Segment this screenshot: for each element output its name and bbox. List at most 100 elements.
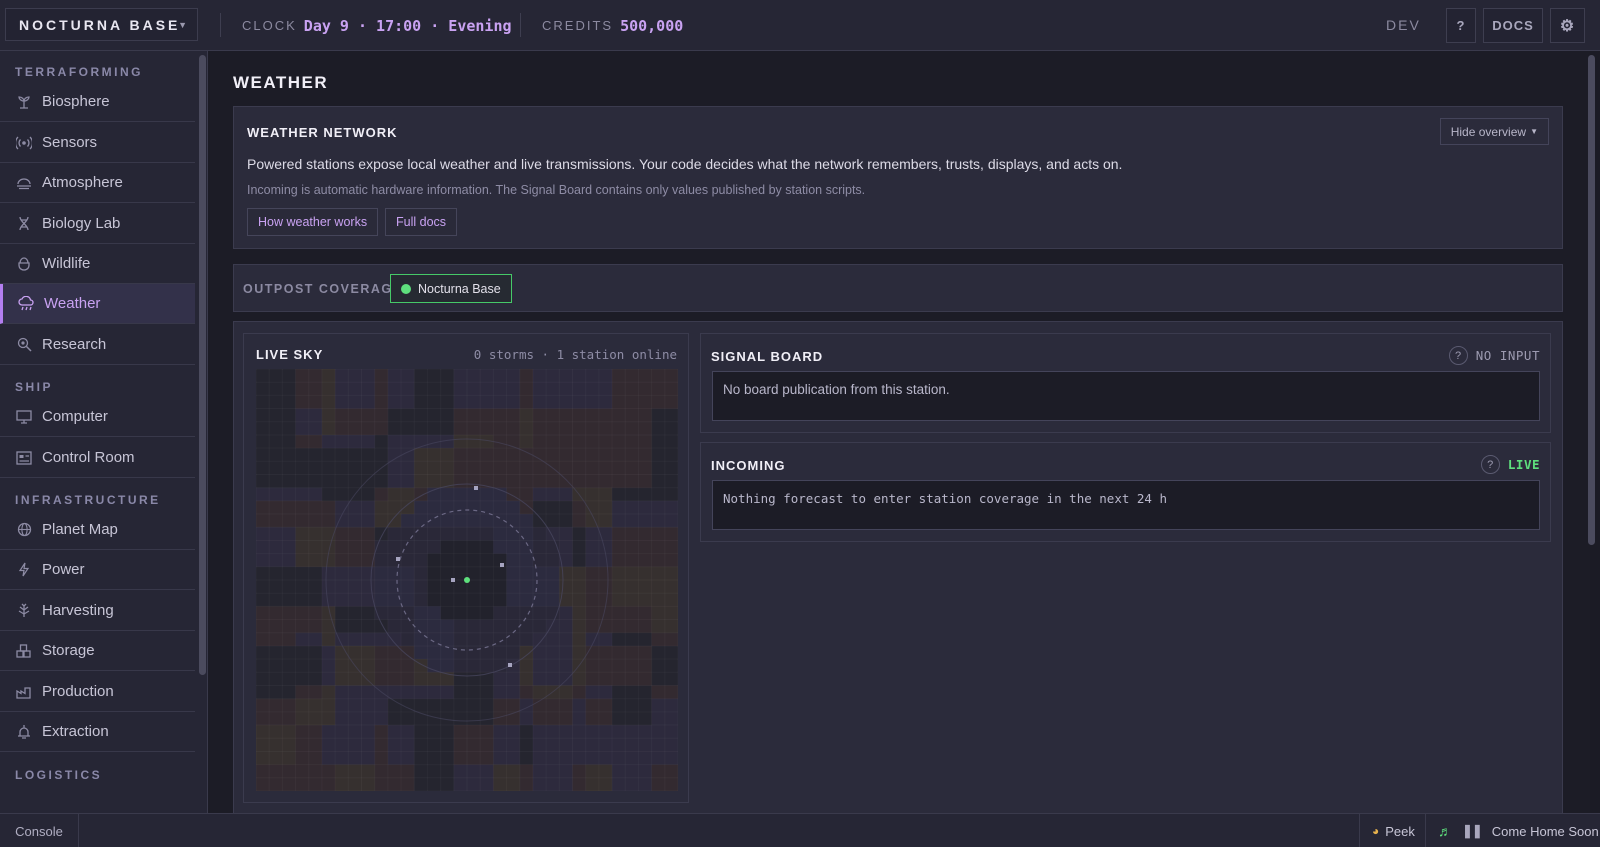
live-sky-map[interactable] (256, 369, 678, 791)
terrain-cell (638, 580, 653, 594)
terrain-cell (374, 369, 389, 383)
sidebar-item-atmosphere[interactable]: Atmosphere (0, 163, 195, 203)
terrain-cell (414, 382, 428, 396)
sidebar-item-control-room[interactable]: Control Room (0, 438, 195, 478)
sidebar-item-extraction[interactable]: Extraction (0, 712, 195, 752)
sidebar-item-wildlife[interactable]: Wildlife (0, 244, 195, 284)
terrain-cell (519, 764, 534, 779)
how-weather-works-button[interactable]: How weather works (247, 208, 379, 236)
terrain-cell (295, 751, 310, 766)
base-selector[interactable]: NOCTURNA BASE ▼ (5, 8, 198, 41)
terrain-cell (414, 619, 428, 634)
status-dot-icon (401, 283, 411, 294)
terrain-cell (414, 698, 428, 713)
terrain-cell (401, 580, 415, 594)
sidebar-item-production[interactable]: Production (0, 672, 195, 712)
terrain-cell (374, 764, 389, 779)
sidebar-section-ship: SHIP (15, 380, 54, 394)
incoming-panel: INCOMING ? LIVE Nothing forecast to ente… (700, 442, 1551, 542)
terrain-cell (453, 685, 468, 700)
sidebar-item-weather[interactable]: Weather (0, 284, 195, 324)
terrain-cell (638, 619, 653, 634)
terrain-cell (598, 777, 613, 791)
sidebar-item-sensors[interactable]: Sensors (0, 123, 195, 163)
terrain-cell (414, 487, 428, 502)
terrain-cell (321, 580, 336, 594)
sidebar-item-biology-lab[interactable]: Biology Lab (0, 204, 195, 244)
settings-button[interactable]: ⚙ (1550, 8, 1585, 43)
terrain-cell (651, 632, 666, 647)
sidebar-scrollbar[interactable] (199, 55, 206, 675)
full-docs-button[interactable]: Full docs (385, 208, 458, 236)
terrain-cell (295, 725, 310, 739)
terrain-cell (559, 672, 573, 686)
terrain-cell (598, 408, 613, 423)
terrain-cell (335, 685, 349, 700)
main-scrollbar[interactable] (1588, 55, 1595, 545)
terrain-cell (401, 632, 415, 647)
terrain-cell (401, 619, 415, 634)
terrain-cell (467, 645, 481, 660)
peek-button[interactable]: ◕ Peek (1359, 814, 1415, 847)
terrain-cell (598, 685, 613, 700)
terrain-cell (532, 514, 547, 528)
terrain-cell (321, 764, 336, 779)
sidebar-item-computer[interactable]: Computer (0, 397, 195, 437)
terrain-cell (308, 434, 323, 449)
terrain-cell (414, 593, 428, 607)
terrain-cell (598, 711, 613, 726)
terrain-cell (387, 408, 402, 423)
sidebar-item-planet-map[interactable]: Planet Map (0, 510, 195, 550)
music-player[interactable]: ♬ ❚❚ Come Home Soon (1425, 814, 1599, 847)
terrain-cell (427, 540, 442, 555)
hide-overview-button[interactable]: Hide overview ▼ (1439, 118, 1549, 145)
terrain-cell (546, 672, 560, 686)
sidebar-item-research[interactable]: Research (0, 325, 195, 365)
terrain-cell (651, 619, 666, 634)
terrain-cell (519, 421, 534, 436)
terrain-cell (638, 487, 653, 502)
docs-button[interactable]: DOCS (1483, 8, 1543, 43)
terrain-cell (651, 527, 666, 541)
terrain-cell (532, 434, 547, 449)
help-button[interactable]: ? (1446, 8, 1476, 43)
terrain-cell (295, 580, 310, 594)
terrain-cell (269, 606, 283, 620)
terrain-cell (269, 369, 283, 383)
sidebar-item-storage[interactable]: Storage (0, 631, 195, 671)
terrain-cell (559, 448, 573, 462)
terrain-cell (572, 738, 587, 752)
terrain-cell (598, 514, 613, 528)
terrain-cell (625, 698, 639, 713)
sidebar-item-power[interactable]: Power (0, 550, 195, 590)
outpost-chip-nocturna-base[interactable]: Nocturna Base (390, 274, 512, 303)
terrain-cell (612, 698, 626, 713)
terrain-cell (401, 777, 415, 791)
terrain-cell (664, 448, 678, 462)
terrain-cell (440, 514, 455, 528)
terrain-cell (467, 487, 481, 502)
terrain-cell (559, 606, 573, 620)
sidebar-item-biosphere[interactable]: Biosphere (0, 82, 195, 122)
terrain-cell (480, 619, 494, 634)
console-tab[interactable]: Console (0, 814, 79, 847)
terrain-cell (625, 408, 639, 423)
terrain-cell (335, 698, 349, 713)
terrain-cell (374, 434, 389, 449)
terrain-cell (440, 369, 455, 383)
terrain-cell (387, 382, 402, 396)
terrain-cell (335, 408, 349, 423)
terrain-cell (638, 553, 653, 568)
terrain-cell (625, 448, 639, 462)
terrain-cell (625, 751, 639, 766)
pause-icon[interactable]: ❚❚ (1462, 823, 1483, 839)
terrain-cell (651, 764, 666, 779)
terrain-cell (321, 369, 336, 383)
terrain-cell (361, 527, 376, 541)
sidebar-item-harvesting[interactable]: Harvesting (0, 591, 195, 631)
help-icon[interactable]: ? (1448, 346, 1468, 365)
terrain-cell (532, 593, 547, 607)
terrain-cell (335, 434, 349, 449)
help-icon[interactable]: ? (1480, 455, 1500, 474)
terrain-cell (625, 645, 639, 660)
